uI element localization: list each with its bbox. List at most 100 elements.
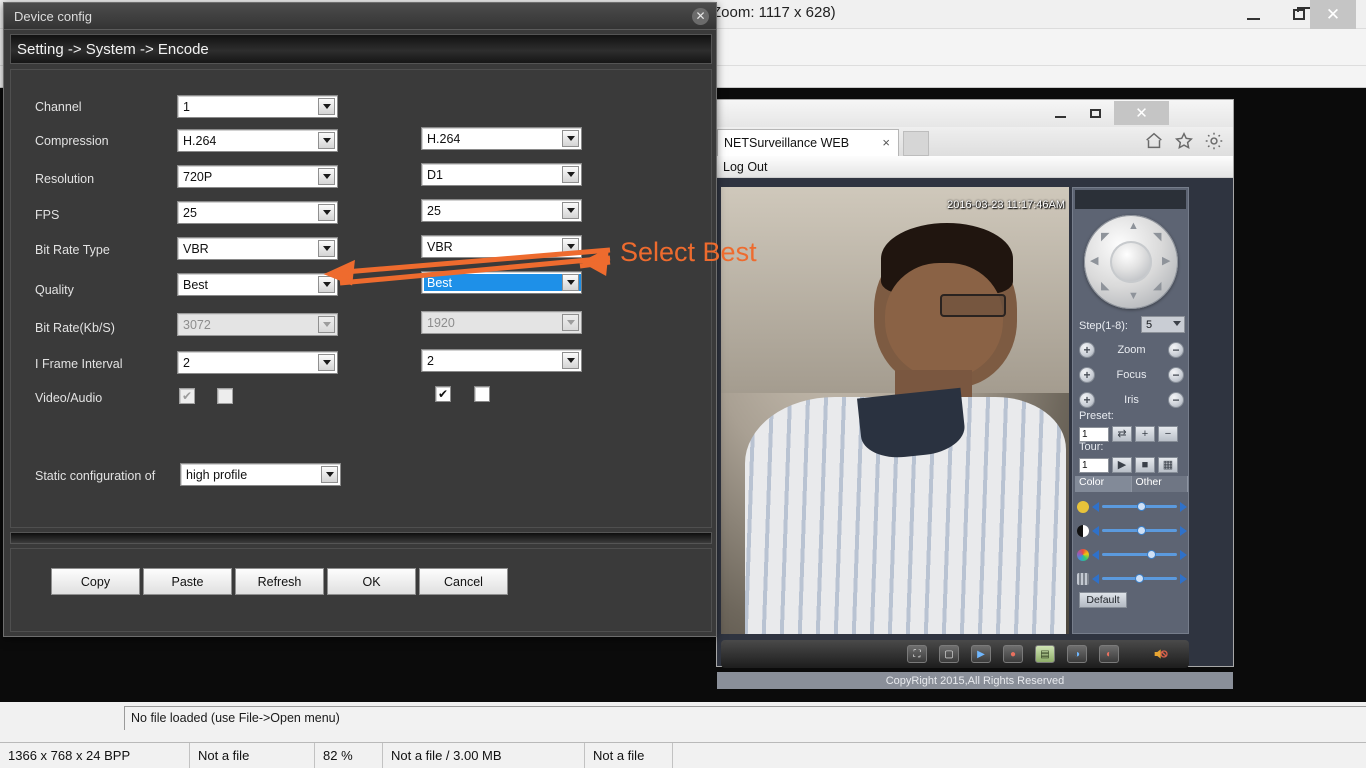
ptz-up-icon[interactable]: ▲ — [1128, 221, 1139, 232]
ptz-focus-increase-button[interactable]: + — [1079, 367, 1095, 383]
tour-grid-icon[interactable]: ▦ — [1158, 457, 1178, 473]
browser-minimize-button[interactable] — [1044, 101, 1077, 125]
tab-close-icon[interactable]: × — [882, 135, 890, 150]
video-feed[interactable]: 2016-03-23 11:17:46AM — [721, 187, 1069, 634]
chevron-down-icon[interactable] — [318, 132, 335, 149]
chevron-down-icon[interactable] — [318, 354, 335, 371]
add-preset-icon[interactable]: + — [1135, 426, 1155, 442]
home-icon[interactable] — [1143, 130, 1165, 152]
contrast-track[interactable] — [1102, 526, 1177, 535]
hue-decrease-icon[interactable] — [1092, 573, 1099, 584]
iframe-interval-sub-select[interactable]: 2 — [421, 349, 582, 372]
video-sub-checkbox[interactable]: ✔ — [435, 386, 451, 402]
hue-slider[interactable] — [1077, 570, 1187, 587]
single-window-icon[interactable]: ▢ — [939, 645, 959, 663]
contrast-slider[interactable] — [1077, 522, 1187, 539]
hue-track[interactable] — [1102, 574, 1177, 583]
snapshot-icon[interactable]: ▤ — [1035, 645, 1055, 663]
ptz-tour-input[interactable] — [1079, 457, 1109, 473]
channel-select[interactable]: 1 — [177, 95, 338, 118]
ptz-focus-decrease-button[interactable]: − — [1168, 367, 1184, 383]
tab-other[interactable]: Other — [1131, 476, 1188, 492]
refresh-button[interactable]: Refresh — [235, 568, 324, 595]
chevron-down-icon[interactable] — [562, 274, 579, 291]
remove-preset-icon[interactable]: − — [1158, 426, 1178, 442]
chevron-down-icon[interactable] — [562, 352, 579, 369]
menu-item-logout[interactable]: Log Out — [717, 160, 767, 174]
chevron-down-icon[interactable] — [562, 166, 579, 183]
start-talk-icon[interactable]: ◑ — [1067, 645, 1087, 663]
dialog-close-button[interactable]: ✕ — [692, 8, 709, 25]
brightness-slider[interactable] — [1077, 498, 1187, 515]
copy-button[interactable]: Copy — [51, 568, 140, 595]
ptz-up-right-icon[interactable]: ◥ — [1153, 232, 1161, 243]
brightness-knob[interactable] — [1136, 502, 1146, 511]
new-tab-button[interactable] — [903, 131, 929, 156]
quality-main-select[interactable]: Best — [177, 273, 338, 296]
speaker-muted-icon[interactable] — [1149, 645, 1171, 663]
ptz-down-left-icon[interactable]: ◣ — [1101, 281, 1109, 292]
audio-sub-checkbox[interactable] — [474, 386, 490, 402]
hue-increase-icon[interactable] — [1180, 573, 1187, 584]
bitrate-type-main-select[interactable]: VBR — [177, 237, 338, 260]
saturation-increase-icon[interactable] — [1180, 549, 1187, 560]
ptz-up-left-icon[interactable]: ◤ — [1101, 232, 1109, 243]
brightness-increase-icon[interactable] — [1180, 501, 1187, 512]
chevron-down-icon[interactable] — [321, 466, 338, 483]
settings-gear-icon[interactable] — [1203, 130, 1225, 152]
fps-main-select[interactable]: 25 — [177, 201, 338, 224]
quality-sub-select[interactable]: Best — [421, 271, 582, 294]
resolution-sub-select[interactable]: D1 — [421, 163, 582, 186]
stop-talk-icon[interactable]: ◐ — [1099, 645, 1119, 663]
resolution-main-select[interactable]: 720P — [177, 165, 338, 188]
browser-maximize-button[interactable] — [1079, 101, 1112, 125]
ptz-preset-input[interactable] — [1079, 426, 1109, 442]
iframe-interval-main-select[interactable]: 2 — [177, 351, 338, 374]
ptz-zoom-increase-button[interactable]: + — [1079, 342, 1095, 358]
ptz-iris-decrease-button[interactable]: − — [1168, 392, 1184, 408]
tour-stop-icon[interactable]: ■ — [1135, 457, 1155, 473]
ptz-default-button[interactable]: Default — [1079, 592, 1127, 608]
start-record-icon[interactable]: ▶ — [971, 645, 991, 663]
fps-sub-select[interactable]: 25 — [421, 199, 582, 222]
viewer-minimize-button[interactable] — [1231, 0, 1276, 29]
ptz-center-button[interactable] — [1110, 241, 1152, 283]
ptz-joystick[interactable]: ▲ ▼ ◀ ▶ ◤ ◥ ◣ ◢ — [1084, 215, 1178, 309]
chevron-down-icon[interactable] — [318, 98, 335, 115]
compression-main-select[interactable]: H.264 — [177, 129, 338, 152]
tour-play-icon[interactable]: ▶ — [1112, 457, 1132, 473]
saturation-slider[interactable] — [1077, 546, 1187, 563]
saturation-track[interactable] — [1102, 550, 1177, 559]
saturation-decrease-icon[interactable] — [1092, 549, 1099, 560]
stop-record-icon[interactable]: ● — [1003, 645, 1023, 663]
saturation-knob[interactable] — [1147, 550, 1156, 559]
ptz-iris-increase-button[interactable]: + — [1079, 392, 1095, 408]
chevron-down-icon[interactable] — [562, 238, 579, 255]
paste-button[interactable]: Paste — [143, 568, 232, 595]
browser-close-button[interactable]: ✕ — [1114, 101, 1169, 125]
chevron-down-icon[interactable] — [318, 204, 335, 221]
chevron-down-icon[interactable] — [318, 168, 335, 185]
cancel-button[interactable]: Cancel — [419, 568, 508, 595]
brightness-track[interactable] — [1102, 502, 1177, 511]
contrast-increase-icon[interactable] — [1180, 525, 1187, 536]
browser-tab-netsurveillance[interactable]: NETSurveillance WEB × — [717, 129, 899, 156]
static-config-select[interactable]: high profile — [180, 463, 341, 486]
ptz-zoom-decrease-button[interactable]: − — [1168, 342, 1184, 358]
ptz-down-right-icon[interactable]: ◢ — [1153, 281, 1161, 292]
favorites-star-icon[interactable] — [1173, 130, 1195, 152]
goto-preset-icon[interactable]: ⇄ — [1112, 426, 1132, 442]
brightness-decrease-icon[interactable] — [1092, 501, 1099, 512]
viewer-close-button[interactable]: ✕ — [1310, 0, 1356, 29]
compression-sub-select[interactable]: H.264 — [421, 127, 582, 150]
ok-button[interactable]: OK — [327, 568, 416, 595]
fullscreen-icon[interactable]: ⛶ — [907, 645, 927, 663]
ptz-down-icon[interactable]: ▼ — [1128, 291, 1139, 302]
chevron-down-icon[interactable] — [562, 202, 579, 219]
tab-color[interactable]: Color — [1075, 476, 1132, 492]
chevron-down-icon[interactable] — [562, 130, 579, 147]
hue-knob[interactable] — [1135, 574, 1144, 583]
chevron-down-icon[interactable] — [318, 276, 335, 293]
contrast-knob[interactable] — [1136, 526, 1146, 535]
bitrate-type-sub-select[interactable]: VBR — [421, 235, 582, 258]
